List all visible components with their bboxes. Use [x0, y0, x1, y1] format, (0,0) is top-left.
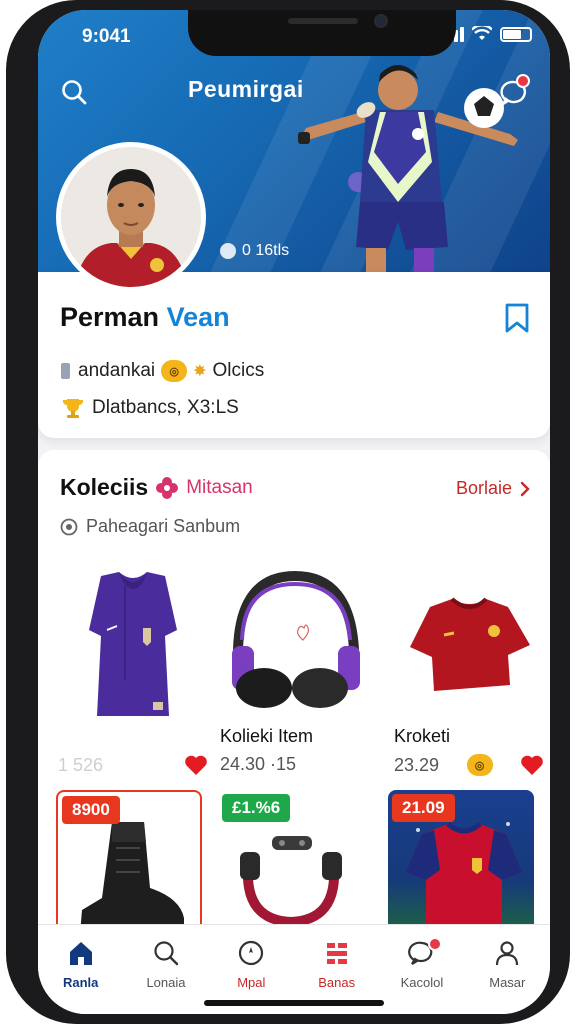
chat-badge: [427, 937, 442, 951]
stadium-jersey-icon: [406, 822, 522, 940]
coin-badge-icon: ◎: [466, 754, 493, 776]
compass-icon: [239, 940, 264, 966]
price-tag: 21.09: [392, 794, 455, 822]
rank-row: andankai ◎ ✸ Olcics: [60, 360, 264, 382]
stats-row: Dlatbancs, X3:LS: [60, 396, 239, 420]
phone-frame: 9:041 Peumirgai 0 16tls Perman Vean anda…: [6, 0, 570, 1024]
app-screen: 9:041 Peumirgai 0 16tls Perman Vean anda…: [38, 10, 550, 1014]
nav-item-search[interactable]: Lonaia: [126, 939, 206, 1014]
notifications-button[interactable]: [494, 72, 534, 112]
profile-avatar[interactable]: [56, 142, 206, 292]
flower-icon: [156, 476, 179, 499]
price-tag: 8900: [62, 796, 120, 824]
info-circle-icon: [60, 518, 78, 535]
profile-icon: [496, 941, 519, 966]
boot-icon: [80, 822, 184, 934]
nav-item-chat[interactable]: Kacolol: [382, 937, 462, 1014]
collection-title: Koleciis Mitasan: [60, 474, 253, 500]
heart-icon[interactable]: [184, 754, 208, 776]
collection-item[interactable]: Kolieki Item 24.30 ·15: [220, 570, 370, 775]
chevron-right-icon: [520, 481, 530, 496]
trophy-icon: [62, 399, 84, 418]
profile-name: Perman Vean: [60, 302, 230, 332]
notification-badge: [516, 74, 530, 88]
followers-count[interactable]: 0 16tls: [220, 242, 289, 260]
followers-icon: [220, 243, 236, 259]
notch: [188, 10, 456, 56]
collection-item[interactable]: Kroketi 23.29 ◎: [394, 570, 544, 776]
heart-icon[interactable]: [520, 754, 544, 776]
home-indicator: [204, 1000, 384, 1006]
status-time: 9:041: [82, 26, 131, 47]
product-tile[interactable]: £1.%6: [218, 790, 364, 940]
collection-section: Koleciis Mitasan Borlaie Paheagari Sanbu…: [38, 450, 550, 950]
red-shirt-icon: [410, 597, 530, 691]
wifi-icon: [472, 26, 492, 40]
neck-headphones-icon: [240, 836, 342, 928]
nav-item-profile[interactable]: Masar: [467, 939, 547, 1014]
app-title: Peumirgai: [188, 76, 304, 102]
rank-icon: [61, 363, 70, 379]
sparkle-icon: ✸: [193, 363, 207, 380]
product-tile[interactable]: 21.09: [388, 790, 534, 940]
price-tag: £1.%6: [222, 794, 291, 822]
headphones-icon: [232, 570, 360, 708]
battery-icon: [500, 26, 532, 42]
collection-meta: Paheagari Sanbum: [60, 516, 240, 537]
profile-card: Perman Vean andankai ◎ ✸ Olcics Dlatbanc…: [38, 272, 550, 438]
see-all-link[interactable]: Borlaie: [456, 478, 530, 499]
avatar-portrait: [61, 147, 201, 287]
home-icon: [69, 942, 92, 965]
product-tile[interactable]: 8900: [56, 790, 202, 940]
search-button[interactable]: [54, 72, 94, 112]
purple-jersey-icon: [89, 572, 177, 716]
bookmark-icon: [505, 303, 529, 333]
bookmark-button[interactable]: [504, 302, 530, 339]
grid-icon: [326, 943, 347, 964]
search-icon: [62, 80, 87, 105]
collection-item[interactable]: 1 526: [58, 570, 208, 776]
bottom-nav: Ranla Lonaia Mpal Banas Kacolol Masar: [38, 924, 550, 1014]
coin-badge-icon: ◎: [161, 360, 188, 382]
nav-item-home[interactable]: Ranla: [41, 939, 121, 1014]
search-icon: [154, 941, 179, 966]
